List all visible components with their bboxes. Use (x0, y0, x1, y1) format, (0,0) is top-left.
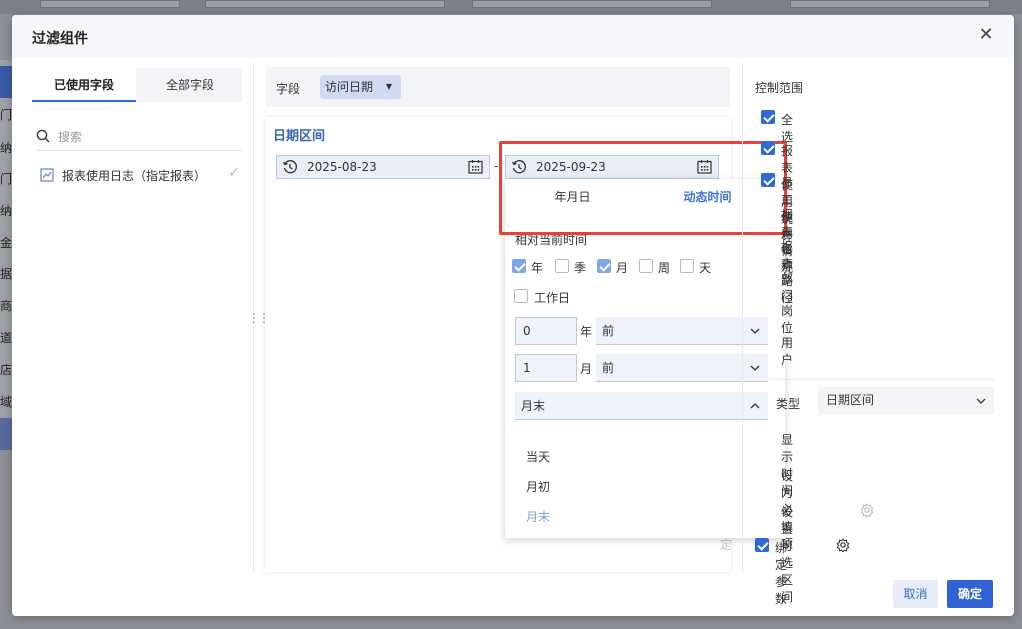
background-menu-letter: 门 (0, 108, 13, 122)
checkbox-year-label: 年 (531, 261, 544, 275)
type-label: 类型 (776, 397, 801, 411)
type-select[interactable]: 日期区间 (818, 387, 994, 414)
clock-icon (511, 160, 526, 174)
checkbox-month[interactable] (597, 259, 611, 273)
field-chip[interactable]: 访问日期 ▼ (320, 75, 402, 99)
chevron-up-icon (750, 403, 760, 409)
dialog-title: 过滤组件 (32, 31, 88, 47)
list-item[interactable]: 报表使用日志（指定报表） ✓ (40, 165, 240, 187)
filter-component-dialog: 过滤组件 ✕ 已使用字段 全部字段 报表使用日志（指定报表） ✓ ⋮⋮ 字段 访… (12, 15, 1014, 616)
background-field (40, 0, 180, 8)
type-select-value: 日期区间 (826, 393, 875, 407)
checkbox-day-label: 天 (699, 261, 712, 275)
gear-icon[interactable] (860, 503, 874, 517)
checkbox-workday[interactable] (514, 289, 528, 303)
chevron-down-icon (976, 398, 986, 404)
checkbox[interactable] (761, 110, 775, 124)
background-menu-letter: 域 (0, 395, 13, 409)
option-label: 绑定参数 (775, 541, 788, 606)
background-menu-letter: 据 (0, 267, 13, 281)
clock-icon (282, 160, 297, 174)
background-menu-letter: 纳 (0, 204, 13, 218)
scope-item-label: 用户 (781, 336, 794, 367)
background-menu-letter: 纳 (0, 141, 13, 155)
background-menu-letter: 商 (0, 299, 13, 313)
checkbox[interactable] (761, 173, 775, 187)
chevron-down-icon (750, 365, 760, 371)
anchor-option-month-start[interactable]: 月初 (526, 478, 550, 495)
tab-date[interactable]: 年月日 (505, 179, 640, 215)
background-menu-letter: 门 (0, 172, 13, 186)
list-item-label: 报表使用日志（指定报表） (62, 169, 207, 183)
background-menu-letter: 道 (0, 331, 13, 345)
search-icon (36, 129, 50, 143)
field-label: 字段 (276, 82, 301, 96)
panel-divider (742, 63, 743, 573)
date-separator: - (494, 159, 499, 173)
chart-icon (40, 168, 54, 182)
anchor-select-value: 月末 (521, 399, 546, 413)
gear-icon[interactable] (836, 538, 850, 552)
checkbox-day[interactable] (680, 259, 694, 273)
checkbox-quarter-label: 季 (574, 261, 587, 275)
end-date-value: 2025-09-23 (536, 160, 606, 174)
dynamic-time-popup: 年月日 动态时间 相对当前时间 年 季 月 周 天 工作日 0 年 前 1 月 … (505, 179, 785, 538)
checkbox-week-label: 周 (658, 261, 671, 275)
tab-dynamic-time[interactable]: 动态时间 (640, 179, 775, 215)
chevron-down-icon (750, 328, 760, 334)
dialog-header: 过滤组件 ✕ (12, 15, 1014, 58)
background-field (472, 0, 712, 8)
start-date-input[interactable]: 2025-08-23 (276, 155, 490, 179)
year-unit-label: 年 (580, 325, 593, 339)
preview-title: 日期区间 (273, 129, 326, 144)
calendar-icon[interactable] (697, 159, 712, 174)
field-search (36, 123, 242, 151)
calendar-icon[interactable] (468, 159, 483, 174)
month-offset-input[interactable]: 1 (515, 354, 577, 382)
anchor-option-month-end[interactable]: 月末 (526, 508, 550, 525)
relative-time-label: 相对当前时间 (515, 233, 588, 247)
checkbox-week[interactable] (639, 259, 653, 273)
tab-all-fields[interactable]: 全部字段 (138, 68, 242, 102)
tab-used-fields[interactable]: 已使用字段 (32, 68, 136, 102)
cancel-button[interactable]: 取消 (893, 580, 938, 608)
anchor-select[interactable]: 月末 (515, 392, 768, 420)
section-divider (772, 379, 994, 380)
checkbox-year[interactable] (512, 259, 526, 273)
field-tabs: 已使用字段 全部字段 (32, 68, 242, 102)
caret-down-icon: ▼ (385, 82, 393, 91)
background-field (790, 0, 990, 8)
scope-item-label: 部门 (781, 272, 794, 303)
checkbox-quarter[interactable] (555, 259, 569, 273)
background-menu-letter: 金 (0, 236, 13, 250)
end-date-input[interactable]: 2025-09-23 (505, 155, 719, 179)
month-direction-value: 前 (602, 361, 615, 375)
background-field (205, 0, 445, 8)
checkbox-month-label: 月 (616, 261, 629, 275)
field-chip-label: 访问日期 (325, 80, 374, 94)
year-offset-input[interactable]: 0 (515, 317, 577, 345)
month-unit-label: 月 (580, 362, 593, 376)
confirm-button[interactable]: 确定 (947, 580, 993, 608)
anchor-option-today[interactable]: 当天 (526, 448, 550, 465)
control-scope-title: 控制范围 (755, 81, 804, 95)
close-icon[interactable]: ✕ (976, 25, 996, 45)
scope-item-label: 全选 (781, 113, 794, 144)
search-input[interactable] (58, 127, 238, 147)
year-direction-value: 前 (602, 324, 615, 338)
background-menu-letter: 店 (0, 363, 13, 377)
check-icon: ✓ (228, 165, 240, 181)
checkbox[interactable] (755, 538, 769, 552)
checkbox-workday-label: 工作日 (534, 291, 571, 305)
field-bar: 字段 访问日期 ▼ (266, 67, 730, 107)
checkbox[interactable] (761, 141, 775, 155)
scope-item-label: 岗位 (781, 304, 794, 335)
start-date-value: 2025-08-23 (307, 160, 377, 174)
